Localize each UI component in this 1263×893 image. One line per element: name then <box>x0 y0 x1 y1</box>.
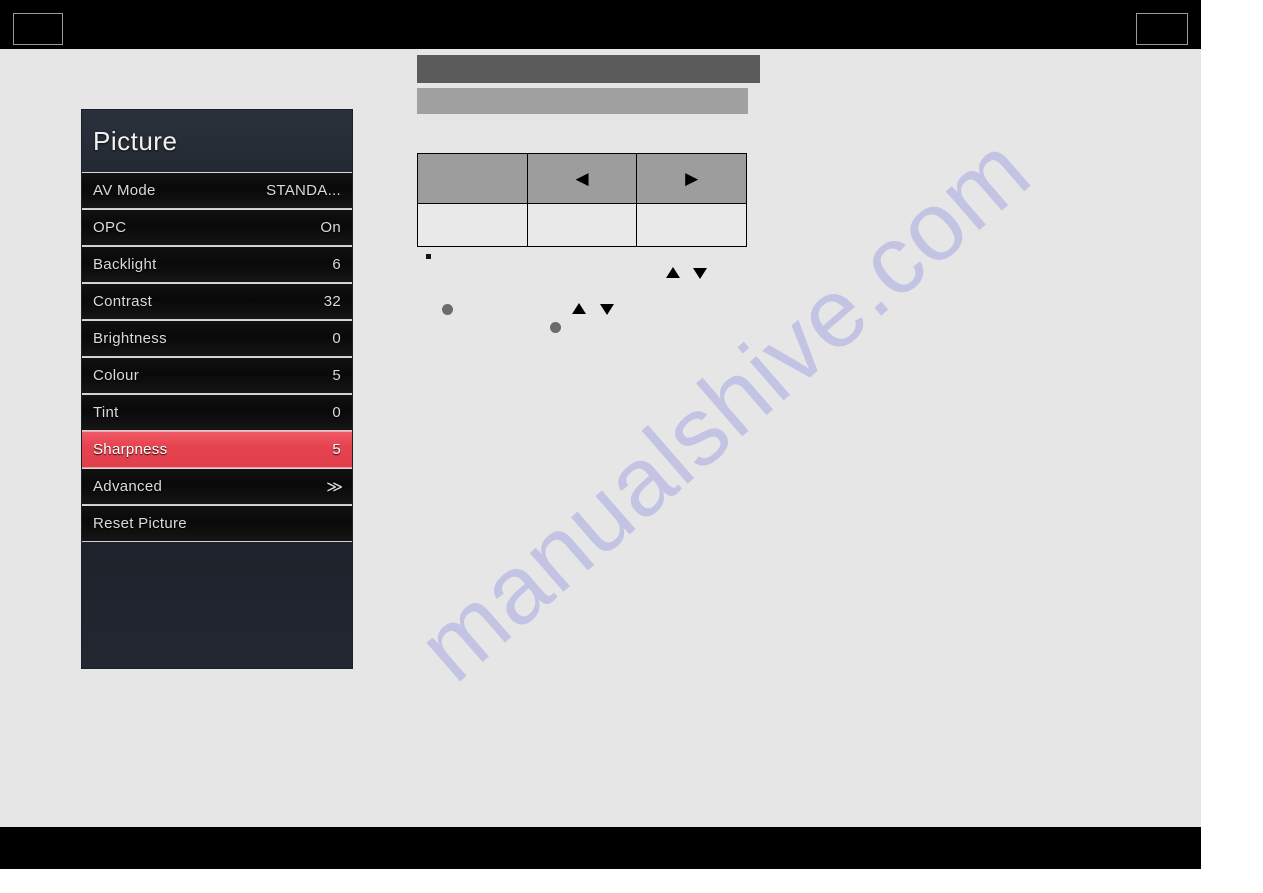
menu-item-sharpness[interactable]: Sharpness 5 <box>82 431 352 468</box>
menu-item-value: 32 <box>323 293 341 310</box>
menu-item-label: OPC <box>93 219 127 236</box>
menu-item-advanced[interactable]: Advanced ≫ <box>82 468 352 505</box>
tv-picture-menu-panel: Picture AV Mode STANDA... OPC On Backlig… <box>82 110 352 668</box>
key-operation-table: ◀ ▶ <box>417 153 747 247</box>
menu-item-contrast[interactable]: Contrast 32 <box>82 283 352 320</box>
menu-item-brightness[interactable]: Brightness 0 <box>82 320 352 357</box>
down-arrow-icon-2 <box>600 304 614 315</box>
menu-item-label: Brightness <box>93 330 167 347</box>
menu-item-label: Colour <box>93 367 139 384</box>
up-arrow-icon-1 <box>666 267 680 278</box>
right-arrow-icon: ▶ <box>636 153 747 204</box>
menu-item-label: Contrast <box>93 293 153 310</box>
menu-header: Picture <box>82 110 352 172</box>
title-redaction-bar <box>417 55 760 83</box>
subtitle-redaction-bar <box>417 88 748 114</box>
right-arrow-glyph: ▶ <box>685 169 699 188</box>
header-left-box <box>13 13 63 45</box>
double-chevron-right-icon: ≫ <box>326 478 343 496</box>
down-arrow-icon-1 <box>693 268 707 279</box>
menu-item-list: AV Mode STANDA... OPC On Backlight 6 Con… <box>82 172 352 542</box>
menu-item-value: 6 <box>332 256 341 273</box>
menu-item-reset-picture[interactable]: Reset Picture <box>82 505 352 542</box>
page-footer-band <box>0 827 1201 869</box>
left-arrow-glyph: ◀ <box>575 169 589 188</box>
menu-item-value: 5 <box>332 367 341 384</box>
menu-item-label: Advanced <box>93 478 163 495</box>
menu-item-av-mode[interactable]: AV Mode STANDA... <box>82 172 352 209</box>
menu-item-label: Reset Picture <box>93 515 187 532</box>
table-body-cell-3 <box>636 203 747 247</box>
table-body-cell-1 <box>417 203 528 247</box>
menu-title: Picture <box>93 125 178 156</box>
menu-item-backlight[interactable]: Backlight 6 <box>82 246 352 283</box>
menu-item-value: On <box>320 219 341 236</box>
page-root: manualshive.com ◀ ▶ Picture AV Mode STAN… <box>0 0 1263 893</box>
menu-item-value: 0 <box>332 404 341 421</box>
menu-item-value: STANDA... <box>266 182 341 199</box>
menu-item-label: Sharpness <box>93 441 168 458</box>
table-header-row: ◀ ▶ <box>417 153 747 204</box>
table-header-cell-blank <box>417 153 528 204</box>
menu-item-opc[interactable]: OPC On <box>82 209 352 246</box>
menu-item-value: 5 <box>332 441 341 458</box>
circle-bullet-2 <box>550 322 561 333</box>
menu-item-value: 0 <box>332 330 341 347</box>
menu-item-colour[interactable]: Colour 5 <box>82 357 352 394</box>
bullet-1 <box>426 254 431 259</box>
menu-item-label: Tint <box>93 404 119 421</box>
header-right-box <box>1136 13 1188 45</box>
menu-item-label: Backlight <box>93 256 157 273</box>
circle-bullet-1 <box>442 304 453 315</box>
menu-item-tint[interactable]: Tint 0 <box>82 394 352 431</box>
table-body-row <box>417 203 747 247</box>
menu-item-label: AV Mode <box>93 182 156 199</box>
page-header-band <box>0 0 1201 49</box>
left-arrow-icon: ◀ <box>526 153 638 204</box>
table-body-cell-2 <box>526 203 638 247</box>
menu-empty-area <box>82 542 352 668</box>
up-arrow-icon-2 <box>572 303 586 314</box>
